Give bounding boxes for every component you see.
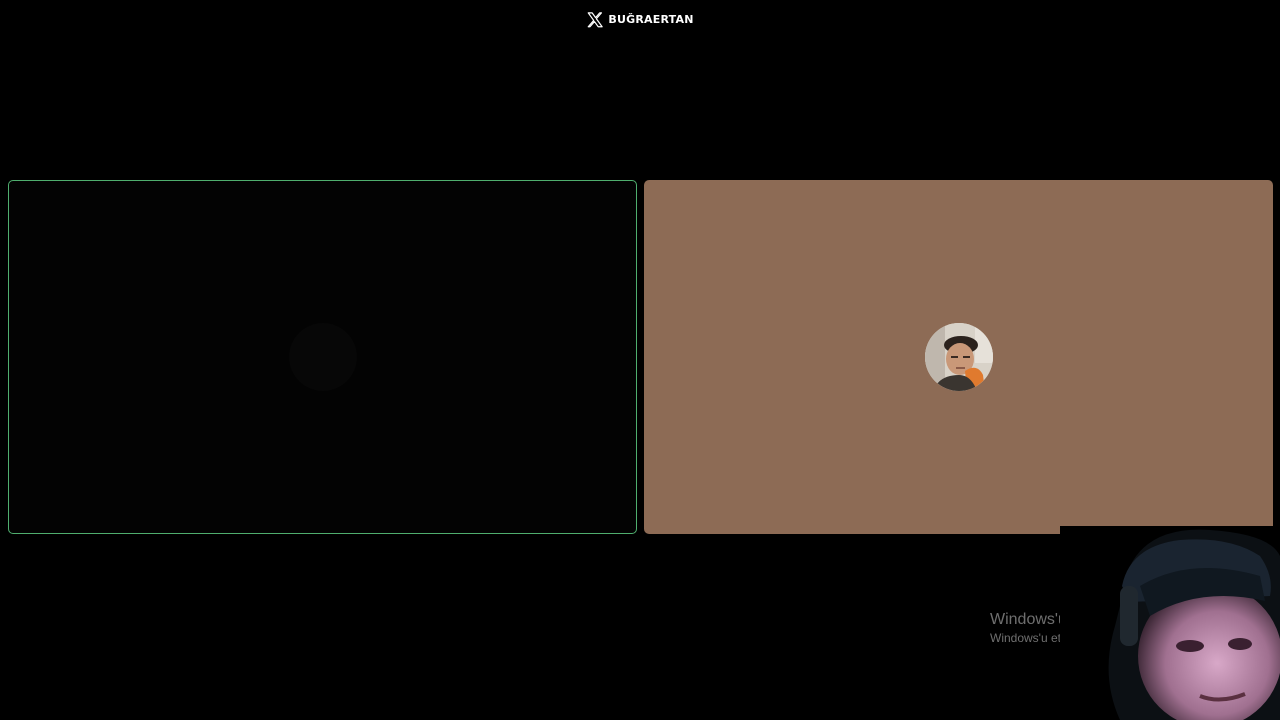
avatar-placeholder (288, 323, 357, 391)
webcam-overlay-photo (1060, 526, 1280, 720)
webcam-overlay (1060, 526, 1280, 720)
call-screen: BUĞRAERTAN Windows'u Etkin Windows'u etk… (0, 0, 1280, 720)
participant-tile-self[interactable] (8, 180, 637, 534)
user-avatar-photo (924, 323, 993, 391)
x-logo-icon (586, 11, 604, 29)
participant-tile-remote[interactable] (644, 180, 1273, 534)
brand-header: BUĞRAERTAN (0, 10, 1280, 30)
avatar (924, 323, 993, 391)
brand-name: BUĞRAERTAN (608, 13, 694, 26)
